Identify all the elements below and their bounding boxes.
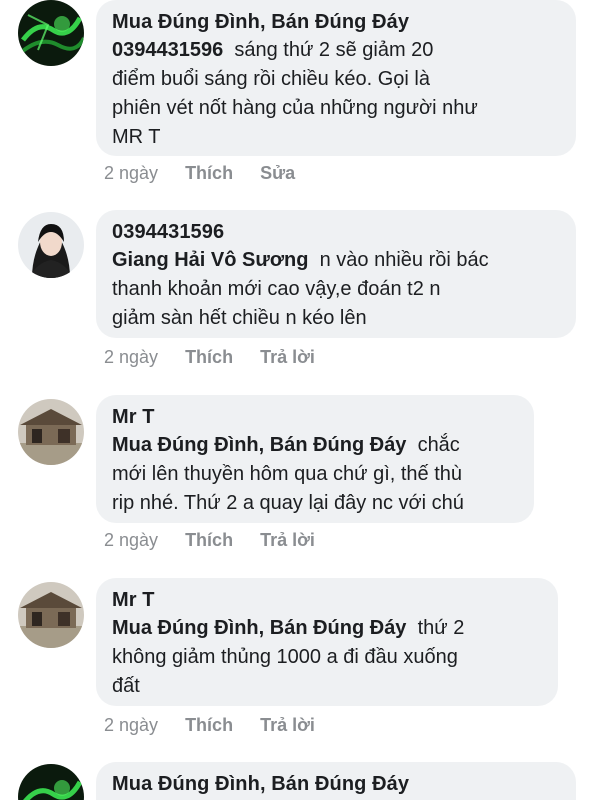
reply-button[interactable]: Trả lời [260,530,315,551]
comment-text-line: MR T [112,126,161,148]
comment-author[interactable]: Mua Đúng Đình, Bán Đúng Đáy [112,770,560,798]
old-house-avatar-icon [18,582,84,648]
comment-bubble: Mr T Mua Đúng Đình, Bán Đúng Đáy chắc mớ… [96,395,534,523]
avatar[interactable] [18,399,84,465]
mention-tag[interactable]: 0394431596 [112,39,223,61]
comment-meta: 2 ngày Thích Trả lời [104,715,337,736]
comment-text-line: phiên vét nốt hàng của những người như [112,97,478,119]
green-abstract-avatar-icon [18,0,84,66]
avatar[interactable] [18,764,84,800]
reply-button[interactable]: Trả lời [260,715,315,736]
comment-text-line: không giảm thủng 1000 a đi đầu xuống [112,646,458,668]
mention-tag[interactable]: Mua Đúng Đình, Bán Đúng Đáy [112,434,406,456]
comment-text-line: mới lên thuyền hôm qua chứ gì, thế thù [112,463,463,485]
comment-bubble: Mua Đúng Đình, Bán Đúng Đáy [96,762,576,800]
comment-author[interactable]: Mua Đúng Đình, Bán Đúng Đáy [112,8,560,36]
mention-tag[interactable]: Giang Hải Vô Sương [112,249,309,271]
comment-bubble: Mr T Mua Đúng Đình, Bán Đúng Đáy thứ 2 k… [96,578,558,706]
edit-button[interactable]: Sửa [260,163,295,184]
avatar[interactable] [18,0,84,66]
avatar[interactable] [18,212,84,278]
comment-text-line: thanh khoản mới cao vậy,e đoán t2 n [112,278,441,300]
comment-text-line: rip nhé. Thứ 2 a quay lại đây nc với chú [112,492,464,514]
comment-meta: 2 ngày Thích Trả lời [104,530,337,551]
green-abstract-avatar-icon [18,764,84,800]
comment-bubble: Mua Đúng Đình, Bán Đúng Đáy 0394431596 s… [96,0,576,156]
timestamp: 2 ngày [104,530,159,550]
comment-meta: 2 ngày Thích Trả lời [104,347,337,368]
comment-meta: 2 ngày Thích Sửa [104,163,317,184]
comment-author[interactable]: Mr T [112,586,542,614]
comment-text-line: sáng thứ 2 sẽ giảm 20 [234,39,434,61]
comment-text-line: đất [112,675,140,697]
comment-text-line: thứ 2 [417,617,465,639]
timestamp: 2 ngày [104,347,159,367]
avatar[interactable] [18,582,84,648]
comment-text-line: chắc [417,434,460,456]
like-button[interactable]: Thích [185,347,233,368]
like-button[interactable]: Thích [185,163,233,184]
old-house-avatar-icon [18,399,84,465]
woman-portrait-avatar-icon [18,212,84,278]
comment-author[interactable]: 0394431596 [112,218,560,246]
comment-text-line: giảm sàn hết chiều n kéo lên [112,307,367,329]
timestamp: 2 ngày [104,163,159,183]
comment-text-line: điểm buổi sáng rồi chiều kéo. Gọi là [112,68,430,90]
comment-author[interactable]: Mr T [112,403,518,431]
comment-text-line: n vào nhiều rồi bác [319,249,489,271]
comment-bubble: 0394431596 Giang Hải Vô Sương n vào nhiề… [96,210,576,338]
like-button[interactable]: Thích [185,530,233,551]
reply-button[interactable]: Trả lời [260,347,315,368]
mention-tag[interactable]: Mua Đúng Đình, Bán Đúng Đáy [112,617,406,639]
timestamp: 2 ngày [104,715,159,735]
like-button[interactable]: Thích [185,715,233,736]
